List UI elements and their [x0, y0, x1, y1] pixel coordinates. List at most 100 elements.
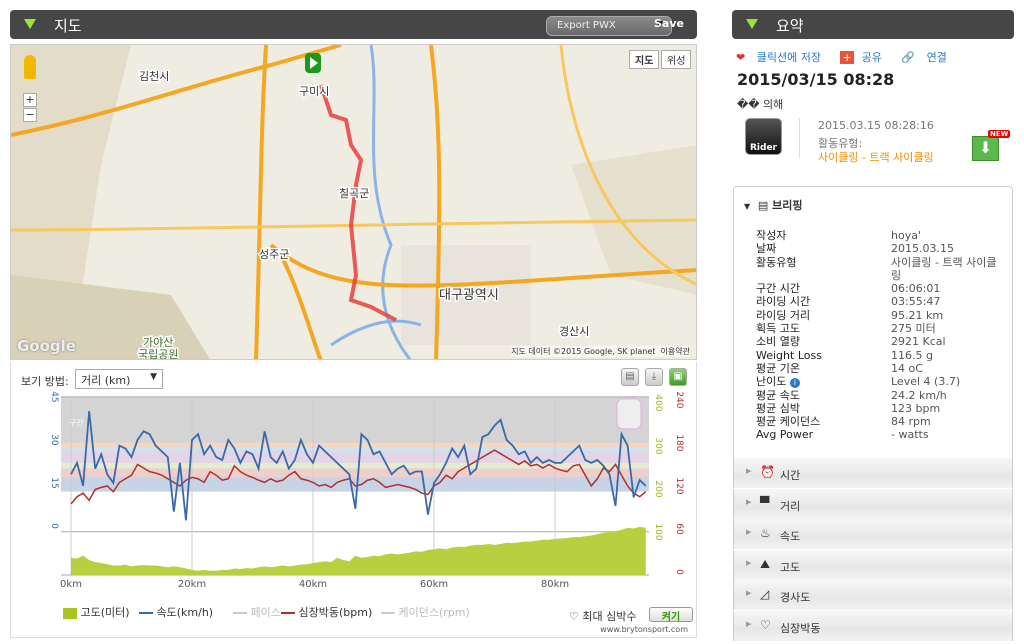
- map-panel-header[interactable]: 지도 Export PWX ▼ Save: [10, 10, 697, 39]
- hr-tick-label: 0: [674, 569, 684, 575]
- briefing-key: 활동유형: [756, 255, 797, 269]
- briefing-row: 라이딩 시간 03:55:47: [756, 295, 1006, 308]
- legend-elevation[interactable]: 고도(미터): [63, 604, 130, 620]
- legend-cadence[interactable]: 케이던스(rpm): [381, 604, 470, 620]
- chevron-down-icon: ▼: [150, 372, 157, 382]
- briefing-header[interactable]: ▼ ▤ 브리핑: [744, 197, 802, 213]
- briefing-key: 평균 속도: [756, 388, 800, 402]
- zoom-out-button[interactable]: −: [23, 108, 37, 122]
- section-3[interactable]: ▶ ⛰ 고도: [733, 549, 1013, 580]
- collapsed-triangle-icon: ▶: [746, 528, 752, 536]
- section-label: 거리: [780, 499, 801, 513]
- briefing-row: 평균 케이던스 84 rpm: [756, 415, 1006, 428]
- street-view-pegman-icon[interactable]: [24, 55, 36, 79]
- section-label: 시간: [780, 469, 801, 482]
- x-tick-label: 20km: [178, 579, 206, 590]
- max-hr-on-button[interactable]: 켜기: [649, 607, 693, 623]
- start-marker-icon[interactable]: [305, 53, 321, 73]
- link-label: 연결: [926, 51, 947, 64]
- expanded-triangle-icon: ▼: [744, 202, 751, 211]
- briefing-value: 123 bpm: [891, 401, 941, 415]
- legend-swatch: [233, 612, 247, 614]
- activity-chart[interactable]: 0km 20km 40km 60km 80km 45 30 15 0 240 180 120 60 0 40…: [11, 382, 698, 612]
- site-url: www.brytonsport.com: [600, 625, 688, 634]
- zoom-in-button[interactable]: +: [23, 93, 37, 107]
- briefing-row: 획득 고도 275 미터: [756, 322, 1006, 335]
- briefing-key: 구간 시간: [756, 282, 800, 296]
- export-format-value: Export PWX: [557, 20, 616, 31]
- hr-tick-label: 240: [674, 391, 684, 408]
- briefing-row: 구간 시간 06:06:01: [756, 282, 1006, 295]
- briefing-key: 라이딩 거리: [756, 308, 811, 322]
- save-button[interactable]: Save: [654, 17, 684, 30]
- briefing-table: 작성자 hoya' 날짜 2015.03.15 활동유형 사이클링 - 트랙 사이클링 구간…: [756, 229, 1006, 442]
- save-collection-link[interactable]: ❤ 클릭션에 저장: [736, 51, 829, 64]
- device-image: Rider: [745, 118, 782, 155]
- map-type-satellite-button[interactable]: 위성: [661, 50, 692, 69]
- briefing-key: 평균 심박: [756, 401, 800, 415]
- plus-icon: +: [840, 51, 854, 64]
- place-label: 성주군: [259, 248, 289, 261]
- briefing-section: ▼ ▤ 브리핑 작성자 hoya' 날짜 2015.03.15 활동유형 사이클링 - 트…: [733, 186, 1013, 458]
- section-0[interactable]: ▶ ⏰ 시간: [733, 458, 1013, 488]
- collapse-triangle-icon[interactable]: [746, 19, 758, 29]
- section-4[interactable]: ▶ ◿ 경사도: [733, 580, 1013, 610]
- section-label: 고도: [780, 560, 801, 574]
- briefing-row: 라이딩 거리 95.21 km: [756, 309, 1006, 322]
- section-icon: ♡: [760, 617, 771, 632]
- activity-type-value[interactable]: 사이클링 - 트랙 사이클링: [818, 149, 934, 165]
- legend-label: 심장박동(bpm): [298, 606, 373, 619]
- section-1[interactable]: ▶ ▀ 거리: [733, 488, 1013, 519]
- collapse-triangle-icon[interactable]: [24, 19, 36, 29]
- section-icon: ⏰: [760, 465, 775, 479]
- hr-tick-label: 60: [674, 523, 684, 535]
- summary-panel-header[interactable]: 요약: [732, 10, 1014, 39]
- briefing-value: 사이클링 - 트랙 사이클링: [891, 255, 997, 282]
- share-link[interactable]: + 공유: [840, 51, 889, 64]
- briefing-value: Level 4 (3.7): [891, 375, 961, 389]
- heart-icon: ♡: [569, 610, 579, 623]
- map-type-map-button[interactable]: 지도: [629, 50, 660, 69]
- briefing-row: 난이도 i Level 4 (3.7): [756, 375, 1006, 389]
- section-icon: ⛰: [760, 556, 771, 571]
- section-2[interactable]: ▶ ♨ 속도: [733, 519, 1013, 549]
- route-map[interactable]: 김천시 구미시 칠곡군 성주군 대구광역시 경산시 가야산 국립공원 + − 지…: [10, 44, 697, 360]
- place-label: 국립공원: [138, 348, 178, 360]
- collapsed-triangle-icon: ▶: [746, 589, 752, 597]
- section-label: 경사도: [780, 591, 811, 604]
- map-panel-title: 지도: [54, 17, 82, 35]
- download-icon[interactable]: ⬇: [972, 136, 999, 161]
- legend-swatch: [139, 612, 153, 614]
- briefing-value: 06:06:01: [891, 282, 941, 296]
- terms-link[interactable]: 이용약관: [661, 347, 690, 356]
- section-5[interactable]: ▶ ♡ 심장박동: [733, 610, 1013, 641]
- legend-swatch: [381, 612, 395, 614]
- briefing-value: 2921 Kcal: [891, 335, 946, 349]
- briefing-row: 평균 심박 123 bpm: [756, 402, 1006, 415]
- briefing-row: 날짜 2015.03.15: [756, 242, 1006, 255]
- info-icon[interactable]: i: [789, 378, 800, 389]
- summary-panel-title: 요약: [776, 17, 804, 35]
- place-label: 대구광역시: [439, 288, 499, 303]
- legend-speed[interactable]: 속도(km/h): [139, 604, 213, 620]
- link-link[interactable]: 🔗 연결: [901, 51, 954, 64]
- briefing-row: Avg Power - watts: [756, 428, 1006, 441]
- place-label: 김천시: [139, 69, 169, 83]
- legend-heart-rate[interactable]: 심장박동(bpm): [281, 604, 372, 620]
- place-label: 구미시: [299, 85, 329, 98]
- place-label: 칠곡군: [339, 187, 369, 200]
- place-label: 경산시: [559, 325, 589, 338]
- activity-datetime: 2015/03/15 08:28: [737, 70, 895, 89]
- legend-pace[interactable]: 페이스: [233, 604, 281, 620]
- briefing-row: 평균 속도 24.2 km/h: [756, 389, 1006, 402]
- divider: [799, 118, 800, 158]
- save-collection-label: 클릭션에 저장: [756, 51, 821, 64]
- briefing-value: 95.21 km: [891, 308, 944, 322]
- briefing-value: hoya': [891, 229, 921, 242]
- elevation-area: [71, 526, 646, 575]
- chart-tooltip-box: [616, 398, 642, 430]
- x-tick-label: 40km: [299, 579, 327, 590]
- collapsed-triangle-icon: ▶: [746, 497, 752, 506]
- map-attribution: 지도 데이터 ©2015 Google, SK planet: [511, 347, 656, 356]
- section-label: 속도: [780, 530, 801, 543]
